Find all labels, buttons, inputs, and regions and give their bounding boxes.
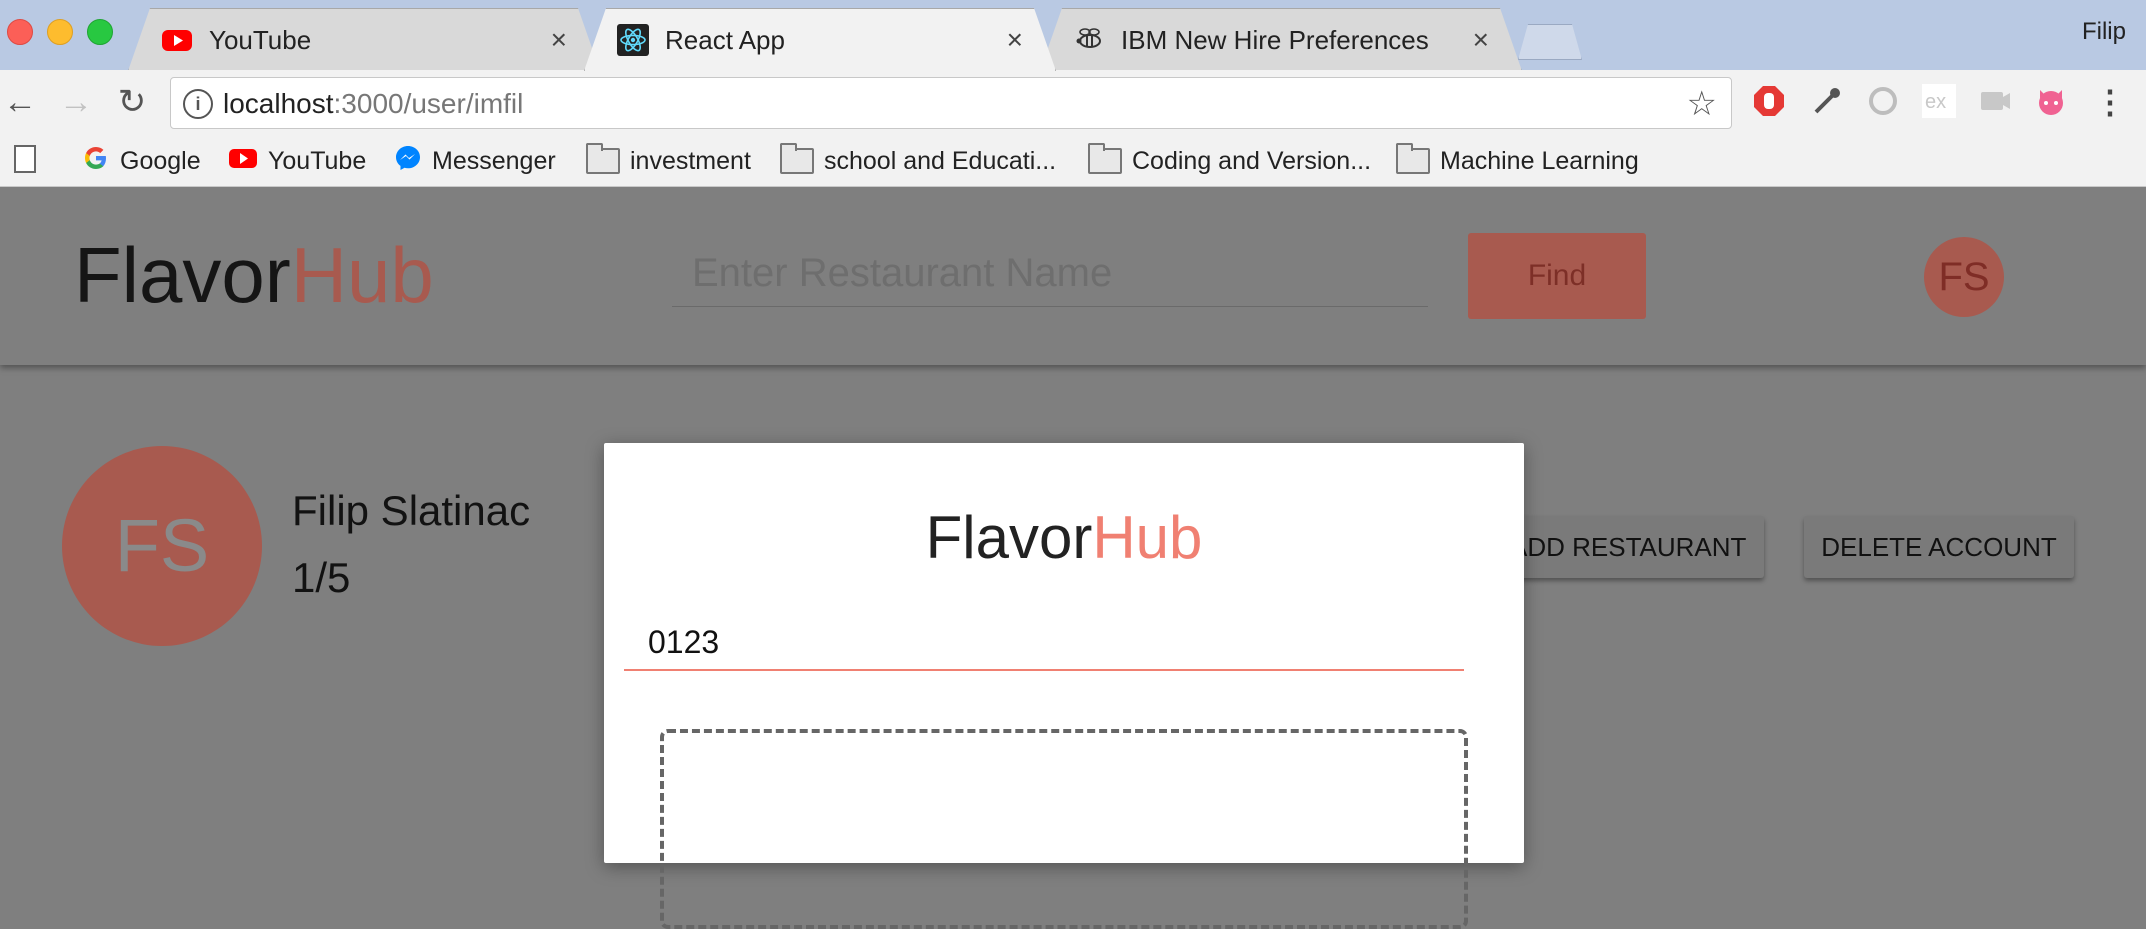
bookmark-folder-school[interactable]: school and Educati... [780,143,1057,178]
folder-icon [586,143,620,174]
folder-icon [1396,143,1430,174]
bookmark-folder-coding[interactable]: Coding and Version... [1088,143,1372,178]
address-bar[interactable]: i localhost:3000/user/imfil ☆ [170,77,1732,129]
app-header: FlavorHub Enter Restaurant Name Find FS [0,187,2146,365]
header-avatar[interactable]: FS [1924,237,2004,317]
forward-arrow-icon[interactable]: → [58,84,94,120]
bookmark-star-icon[interactable]: ☆ [1687,84,1717,124]
bookmark-label: school and Educati... [824,146,1057,175]
bookmarks-bar: Google YouTube Messenger investment scho… [0,136,2146,187]
bookmark-label: YouTube [268,146,367,175]
bookmark-youtube[interactable]: YouTube [228,144,366,178]
tab-title: YouTube [209,25,312,55]
octocat-icon[interactable] [2034,84,2068,118]
bookmark-label: Coding and Version... [1132,146,1372,175]
bookmark-label: Machine Learning [1440,146,1639,175]
profile-name: Filip Slatinac [292,487,531,534]
youtube-icon [228,144,258,179]
svg-text:ex: ex [1925,91,1946,113]
profile-avatar: FS [62,446,262,646]
tab-youtube[interactable]: YouTube × [128,8,600,71]
folder-icon [780,143,814,174]
bookmark-folder-investment[interactable]: investment [586,143,751,178]
app-logo[interactable]: FlavorHub [74,230,434,321]
find-button[interactable]: Find [1468,233,1646,319]
window-minimize-button[interactable] [47,19,73,45]
url-text: localhost:3000/user/imfil [223,88,524,119]
apps-page-icon[interactable] [14,145,36,173]
add-restaurant-modal: FlavorHub [604,443,1524,929]
profile-name[interactable]: Filip [2082,18,2126,46]
browser-menu-icon[interactable]: ⋮ [2094,84,2126,120]
bookmark-google[interactable]: Google [82,144,201,178]
bookmark-messenger[interactable]: Messenger [394,144,556,178]
bookmark-folder-ml[interactable]: Machine Learning [1396,143,1639,178]
browser-toolbar: ← → ↻ i localhost:3000/user/imfil ☆ ex ⋮ [0,70,2146,137]
close-icon[interactable]: × [1473,24,1489,56]
window-maximize-button[interactable] [87,19,113,45]
ex-extension-icon[interactable]: ex [1922,84,1956,118]
bookmark-label: Messenger [432,146,556,175]
tab-strip: YouTube × React App × IBM New Hire Prefe… [0,0,2146,70]
bee-icon [1073,24,1105,56]
tab-react-app[interactable]: React App × [584,8,1056,71]
tab-title: IBM New Hire Preferences [1121,25,1429,55]
info-icon[interactable]: i [183,89,213,119]
screencast-icon[interactable] [1978,84,2012,118]
new-tab-button[interactable] [1518,24,1582,60]
profile-rating: 1/5 [292,554,351,601]
window-close-button[interactable] [7,19,33,45]
delete-account-button[interactable]: DELETE ACCOUNT [1804,516,2074,578]
google-icon [82,144,110,179]
reload-icon[interactable]: ↻ [114,84,150,120]
youtube-icon [161,24,193,56]
adblock-icon[interactable] [1752,84,1786,118]
tab-title: React App [665,25,785,55]
close-icon[interactable]: × [1007,24,1023,56]
extension-swirl-icon[interactable] [1866,84,1900,118]
folder-icon [1088,143,1122,174]
eyedropper-icon[interactable] [1810,84,1844,118]
modal-text-input[interactable] [624,615,1464,671]
bookmark-label: Google [120,146,201,175]
messenger-icon [394,144,422,179]
modal-logo: FlavorHub [925,504,1203,571]
close-icon[interactable]: × [551,24,567,56]
restaurant-search-input[interactable]: Enter Restaurant Name [672,239,1428,307]
back-arrow-icon[interactable]: ← [2,84,38,120]
react-icon [617,24,649,56]
bookmark-label: investment [630,146,751,175]
image-dropzone[interactable] [660,729,1468,929]
tab-ibm-new-hire[interactable]: IBM New Hire Preferences × [1040,8,1522,71]
